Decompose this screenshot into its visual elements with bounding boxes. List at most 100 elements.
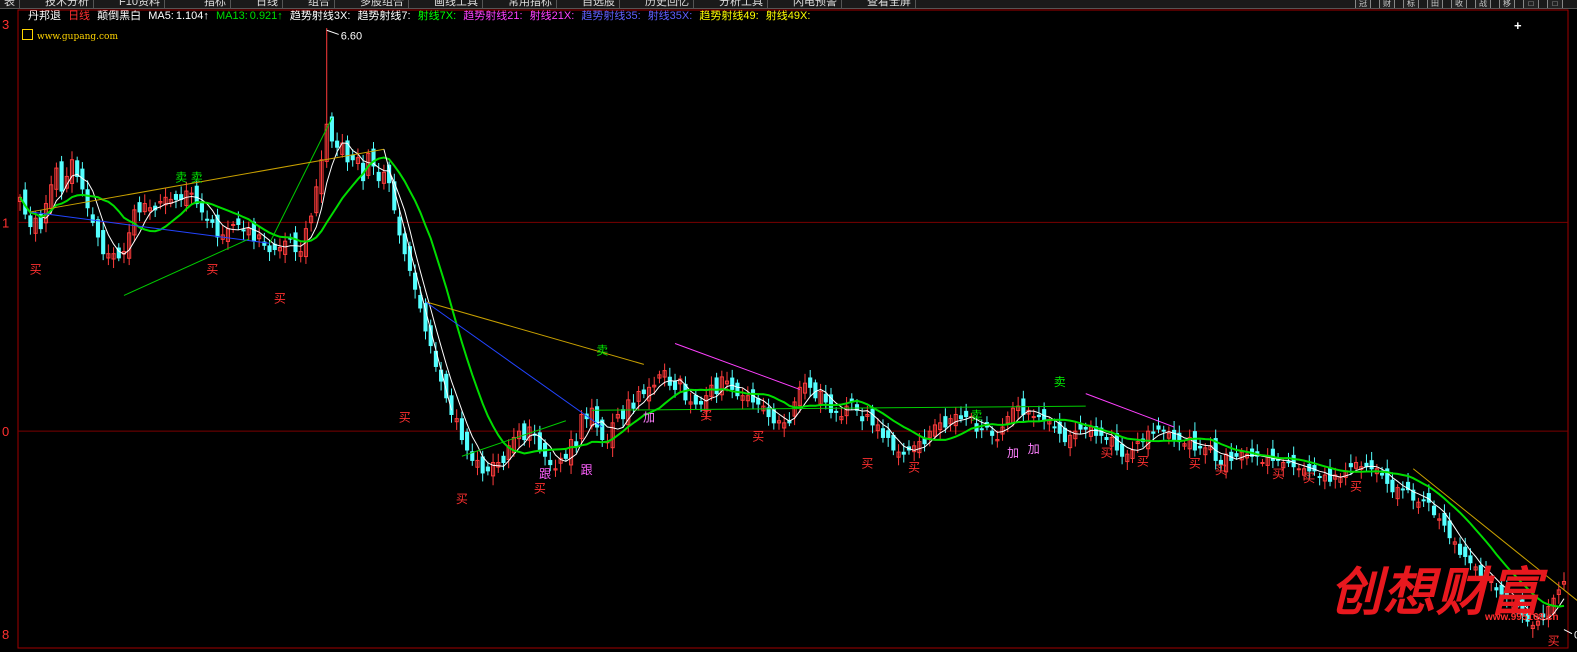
- candle[interactable]: [698, 401, 704, 405]
- candle[interactable]: [1151, 431, 1156, 434]
- candle[interactable]: [376, 171, 381, 182]
- candle[interactable]: [943, 416, 948, 428]
- buy-signal: 买: [206, 262, 218, 276]
- candle[interactable]: [714, 377, 719, 395]
- candle[interactable]: [465, 431, 470, 451]
- candle[interactable]: [1348, 463, 1353, 468]
- buy-signal: 买: [1137, 454, 1149, 468]
- ray-7x: [123, 238, 249, 296]
- candle[interactable]: [350, 154, 355, 161]
- candle[interactable]: [620, 409, 626, 420]
- candle[interactable]: [823, 393, 828, 403]
- candle[interactable]: [95, 219, 101, 238]
- candle[interactable]: [735, 382, 740, 397]
- candle[interactable]: [1062, 427, 1067, 443]
- candle[interactable]: [231, 223, 236, 226]
- candle[interactable]: [672, 380, 678, 390]
- candle[interactable]: [1421, 499, 1426, 502]
- candle[interactable]: [979, 428, 984, 431]
- candle[interactable]: [335, 140, 340, 148]
- candle[interactable]: [1442, 512, 1447, 526]
- candle[interactable]: [1120, 443, 1125, 457]
- candle[interactable]: [236, 218, 241, 225]
- candle[interactable]: [1390, 479, 1395, 493]
- y-tick-label: 0: [2, 424, 9, 439]
- candle[interactable]: [241, 229, 246, 232]
- candle[interactable]: [59, 161, 64, 192]
- candle[interactable]: [964, 410, 969, 418]
- candle[interactable]: [1400, 488, 1405, 491]
- candle[interactable]: [199, 201, 205, 213]
- sell-signal: 卖: [1054, 375, 1066, 389]
- candle[interactable]: [90, 214, 95, 223]
- candle[interactable]: [28, 215, 33, 228]
- candle[interactable]: [402, 233, 407, 255]
- candle[interactable]: [459, 418, 464, 441]
- candle[interactable]: [548, 459, 553, 466]
- candle[interactable]: [891, 434, 896, 451]
- candle[interactable]: [1156, 425, 1161, 430]
- add-signal: 加: [1007, 446, 1019, 460]
- candle[interactable]: [1172, 429, 1177, 441]
- candle[interactable]: [537, 432, 542, 451]
- candle[interactable]: [1161, 429, 1166, 432]
- y-tick-label: 8: [2, 627, 9, 642]
- watermark: 创想财富 www.995168.cn: [1330, 550, 1570, 640]
- candle[interactable]: [173, 194, 179, 200]
- candle[interactable]: [267, 245, 272, 253]
- candle[interactable]: [205, 218, 210, 221]
- candle[interactable]: [1192, 431, 1197, 451]
- candle[interactable]: [1296, 468, 1301, 471]
- candle[interactable]: [85, 189, 90, 209]
- candle[interactable]: [1234, 453, 1239, 457]
- candle[interactable]: [1083, 427, 1088, 430]
- candle[interactable]: [1431, 505, 1437, 516]
- candle[interactable]: [730, 377, 735, 390]
- candle[interactable]: [958, 415, 964, 420]
- candle[interactable]: [1198, 445, 1203, 449]
- candle[interactable]: [886, 430, 891, 438]
- candle[interactable]: [137, 202, 142, 213]
- candle[interactable]: [880, 428, 886, 438]
- candle[interactable]: [860, 416, 865, 422]
- candle[interactable]: [631, 402, 636, 409]
- candle[interactable]: [1104, 437, 1109, 441]
- high-price-label: 6.60: [341, 30, 362, 42]
- candle[interactable]: [574, 441, 579, 447]
- candle[interactable]: [194, 185, 199, 205]
- candle[interactable]: [1379, 473, 1385, 476]
- candle[interactable]: [990, 430, 995, 436]
- candle[interactable]: [693, 394, 698, 405]
- candle[interactable]: [397, 216, 402, 236]
- y-tick-label: 1: [2, 215, 9, 230]
- candle[interactable]: [808, 377, 813, 388]
- candle[interactable]: [813, 382, 818, 399]
- buy-signal: 买: [399, 411, 411, 425]
- candle[interactable]: [1291, 454, 1296, 468]
- ray-7x: [269, 117, 333, 244]
- buy-signal: 买: [908, 461, 920, 475]
- candle[interactable]: [418, 295, 423, 309]
- candle[interactable]: [1052, 426, 1057, 429]
- candle[interactable]: [834, 410, 839, 413]
- candle[interactable]: [641, 389, 646, 395]
- candle[interactable]: [522, 423, 527, 441]
- candle[interactable]: [901, 451, 906, 455]
- candle[interactable]: [870, 408, 875, 426]
- buy-signal: 买: [1215, 463, 1227, 477]
- candle[interactable]: [1286, 461, 1291, 464]
- candle[interactable]: [101, 230, 106, 255]
- candle[interactable]: [501, 455, 506, 464]
- candle[interactable]: [293, 232, 298, 253]
- candle[interactable]: [1447, 520, 1452, 539]
- candle[interactable]: [1036, 414, 1041, 418]
- candle[interactable]: [210, 219, 215, 223]
- high-pointer: [326, 29, 339, 35]
- candle[interactable]: [1369, 460, 1374, 470]
- candle[interactable]: [480, 456, 485, 474]
- candle[interactable]: [563, 453, 568, 459]
- candle[interactable]: [1260, 462, 1265, 465]
- candle[interactable]: [1317, 476, 1322, 479]
- candle[interactable]: [485, 466, 490, 472]
- candle[interactable]: [1078, 423, 1083, 430]
